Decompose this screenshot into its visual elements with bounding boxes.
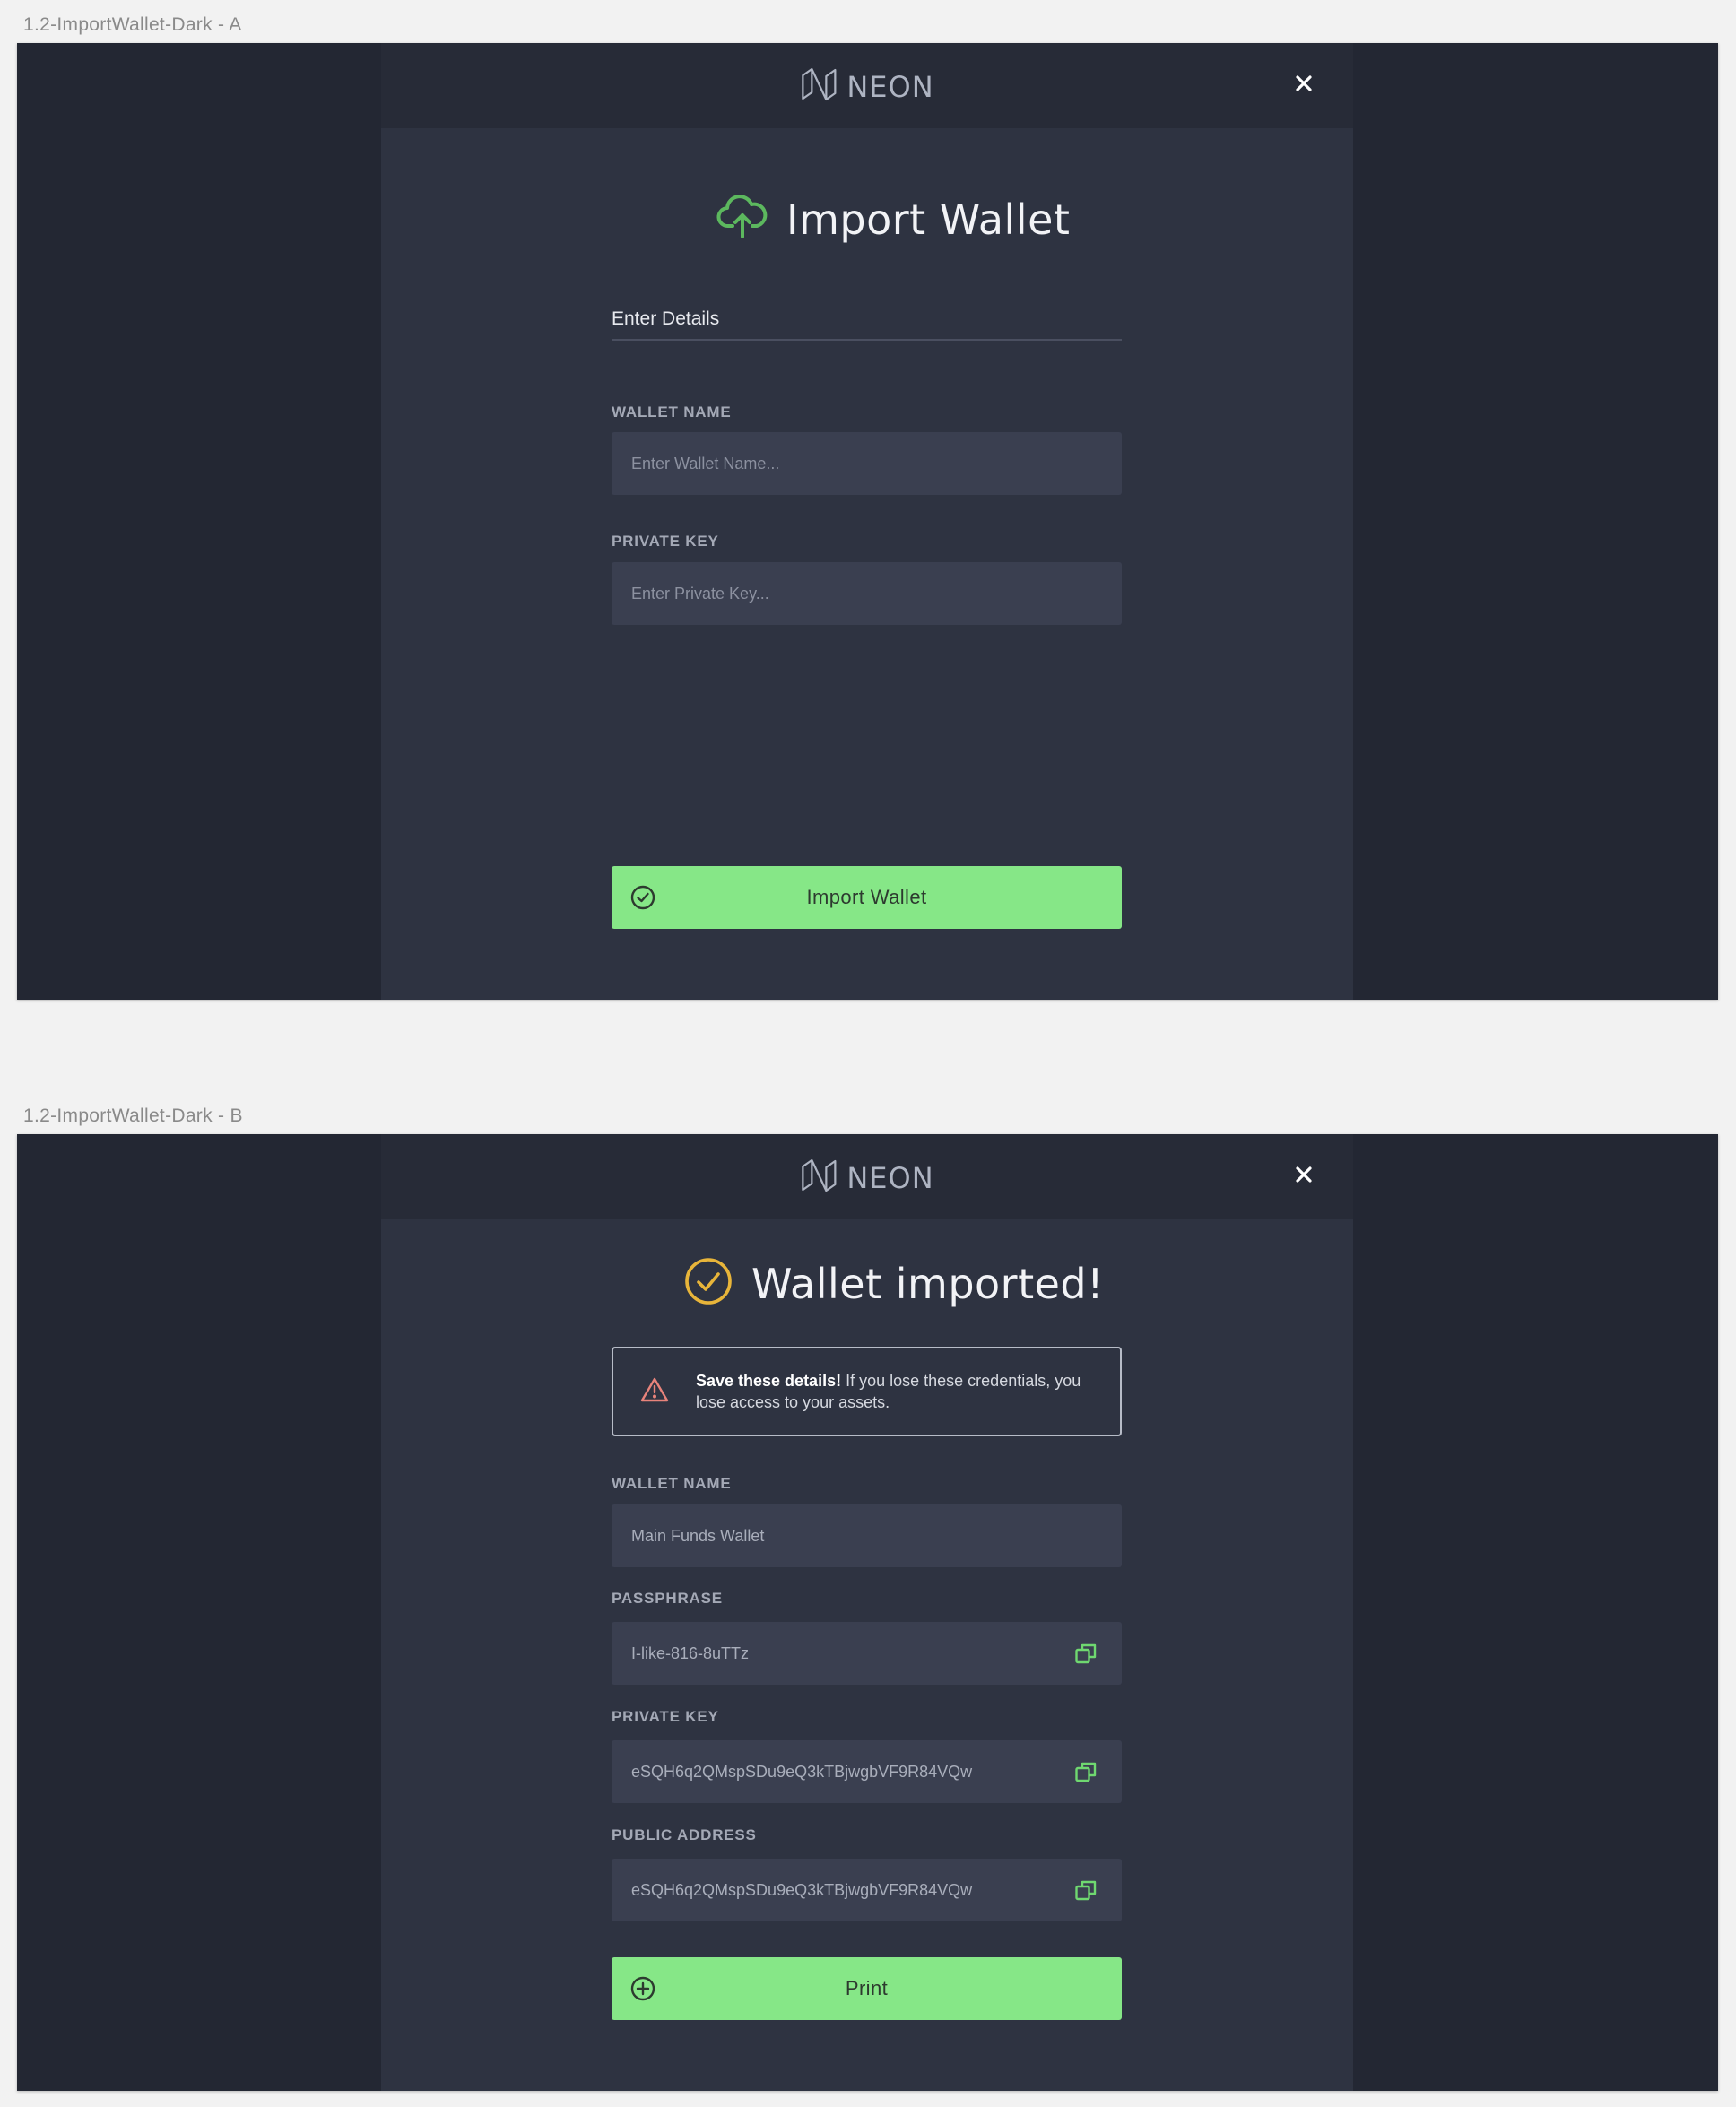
brand-logo: NEON [800,1157,933,1199]
private-key-input[interactable] [612,562,1122,625]
public-address-label: PUBLIC ADDRESS [612,1826,757,1843]
private-key-label: PRIVATE KEY [612,533,719,550]
copy-private-key-button[interactable] [1073,1759,1098,1784]
modal-panel: NEON Wallet imported! Save these details… [381,1134,1353,2091]
wallet-name-label: WALLET NAME [612,1475,732,1492]
warning-bold: Save these details! [696,1372,842,1390]
wallet-imported-screen: NEON Wallet imported! Save these details… [17,1134,1718,2091]
cloud-upload-icon [716,194,768,245]
wallet-name-label: WALLET NAME [612,403,732,421]
check-circle-icon [629,884,656,911]
warning-box: Save these details! If you lose these cr… [612,1347,1122,1436]
close-button[interactable] [1289,1161,1319,1192]
wallet-name-field[interactable]: Main Funds Wallet [612,1504,1122,1567]
brand-name: NEON [846,69,934,104]
check-circle-icon [683,1256,733,1311]
private-key-label: PRIVATE KEY [612,1708,719,1725]
copy-passphrase-button[interactable] [1073,1641,1098,1666]
passphrase-field[interactable]: I-like-816-8uTTz [612,1622,1122,1685]
brand-name: NEON [846,1160,934,1195]
copy-icon [1075,1880,1097,1901]
neon-logo-icon [800,65,838,108]
private-key-field[interactable]: eSQH6q2QMspSDu9eQ3kTBjwgbVF9R84VQw [612,1740,1122,1803]
page-title-row: Import Wallet [716,194,1070,245]
import-wallet-button[interactable]: Import Wallet [612,866,1122,929]
wallet-name-value: Main Funds Wallet [631,1526,765,1545]
warning-message: Save these details! If you lose these cr… [696,1370,1090,1413]
passphrase-value: I-like-816-8uTTz [631,1643,750,1662]
page-title-row: Wallet imported! [683,1256,1104,1311]
warning-triangle-icon [640,1376,669,1408]
import-wallet-button-label: Import Wallet [806,886,927,908]
public-address-value: eSQH6q2QMspSDu9eQ3kTBjwgbVF9R84VQw [631,1880,973,1899]
modal-header: NEON [381,43,1353,128]
artboard-label-b: 1.2-ImportWallet-Dark - B [23,1106,243,1126]
import-wallet-screen: NEON Import Wallet Enter Details WALLET … [17,43,1718,1000]
tab-enter-details[interactable]: Enter Details [612,305,1122,341]
copy-public-address-button[interactable] [1073,1877,1098,1903]
close-icon [1295,1166,1313,1188]
page-title: Wallet imported! [751,1259,1105,1308]
copy-icon [1075,1643,1097,1664]
brand-logo: NEON [800,65,933,108]
passphrase-label: PASSPHRASE [612,1590,723,1607]
wallet-name-input[interactable] [612,432,1122,495]
modal-panel: NEON Import Wallet Enter Details WALLET … [381,43,1353,1000]
modal-header: NEON [381,1134,1353,1219]
plus-circle-icon [629,1975,656,2002]
neon-logo-icon [800,1157,838,1199]
page-title: Import Wallet [786,195,1071,244]
close-icon [1295,74,1313,97]
print-button[interactable]: Print [612,1957,1122,2020]
copy-icon [1075,1762,1097,1782]
artboard-label-a: 1.2-ImportWallet-Dark - A [23,14,242,35]
public-address-field[interactable]: eSQH6q2QMspSDu9eQ3kTBjwgbVF9R84VQw [612,1859,1122,1921]
print-button-label: Print [845,1977,889,1999]
close-button[interactable] [1289,70,1319,100]
private-key-value: eSQH6q2QMspSDu9eQ3kTBjwgbVF9R84VQw [631,1762,973,1781]
